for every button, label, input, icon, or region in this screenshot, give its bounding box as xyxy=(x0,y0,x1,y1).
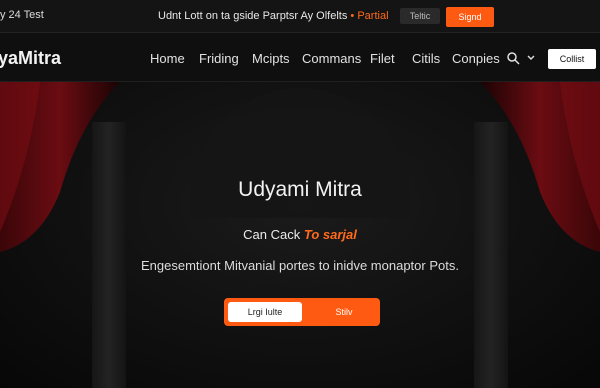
brand-logo[interactable]: yaMitra xyxy=(0,48,61,69)
nav-link-commans[interactable]: Commans xyxy=(302,51,361,66)
nav-link-home[interactable]: Home xyxy=(150,51,185,66)
hero-subtitle: Can Cack To sarjal xyxy=(0,227,600,242)
background-pillar xyxy=(92,122,126,388)
hero-secondary-button[interactable]: Stilv xyxy=(312,302,376,322)
hero-cta-group: Lrgi Iulte Stilv xyxy=(224,298,380,326)
announcement-text: Udnt Lott on ta gside Parptsr Ay Olfelts xyxy=(158,10,348,22)
announcement-bar: y 24 Test Udnt Lott on ta gside Parptsr … xyxy=(0,0,600,33)
hero-subtitle-text: Can Cack xyxy=(243,227,301,242)
announcement-message: Udnt Lott on ta gside Parptsr Ay Olfelts… xyxy=(158,10,389,22)
announcement-chip[interactable]: Teltic xyxy=(400,8,440,24)
nav-link-filet[interactable]: Filet xyxy=(370,51,395,66)
hero-primary-button[interactable]: Lrgi Iulte xyxy=(228,302,302,322)
signup-button[interactable]: Signd xyxy=(446,7,494,27)
nav-link-citils[interactable]: Citils xyxy=(412,51,440,66)
nav-link-conpies[interactable]: Conpies xyxy=(452,51,500,66)
background-pillar xyxy=(474,122,508,388)
chevron-down-icon[interactable] xyxy=(526,53,536,63)
announcement-accent[interactable]: • Partial xyxy=(350,10,388,22)
announcement-left-text: y 24 Test xyxy=(0,9,44,21)
hero-description: Engesemtiont Mitvanial portes to inidve … xyxy=(141,258,459,273)
main-navigation: yaMitra Home Friding Mcipts Commans File… xyxy=(0,33,600,82)
announcement-accent-label: Partial xyxy=(357,10,389,22)
nav-link-mcipts[interactable]: Mcipts xyxy=(252,51,290,66)
search-icon[interactable] xyxy=(506,51,520,65)
hero-subtitle-accent: To sarjal xyxy=(303,227,357,242)
nav-link-friding[interactable]: Friding xyxy=(199,51,239,66)
nav-action-button[interactable]: Collist xyxy=(548,49,596,69)
hero-title: Udyami Mitra xyxy=(238,178,362,201)
hero-section: Udyami Mitra Can Cack To sarjal Engesemt… xyxy=(0,82,600,388)
